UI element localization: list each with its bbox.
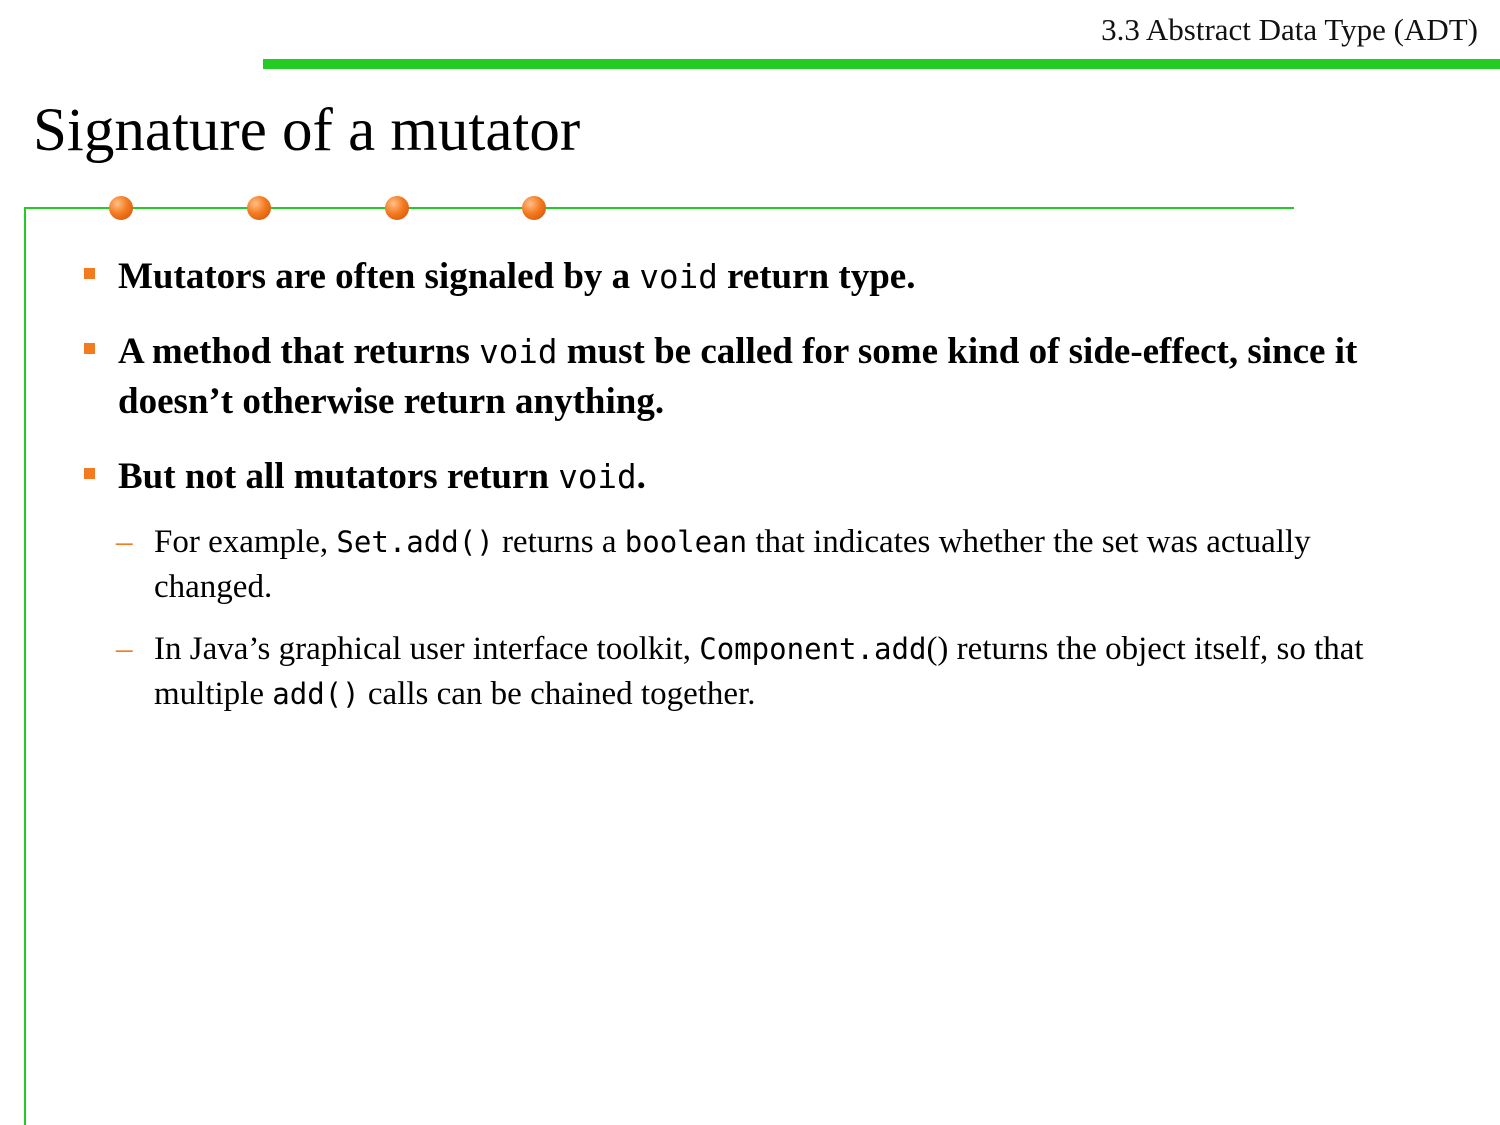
decorative-dot [385, 196, 409, 220]
code-span: void [558, 458, 637, 496]
sub-bullet-text: In Java’s graphical user interface toolk… [154, 631, 700, 667]
sub-bullet-item: – In Java’s graphical user interface too… [116, 627, 1404, 717]
bullet-item: A method that returns void must be calle… [84, 327, 1378, 426]
slide-title: Signature of a mutator [33, 97, 581, 164]
dash-bullet-icon: – [116, 524, 133, 560]
section-header: 3.3 Abstract Data Type (ADT) [1101, 12, 1478, 47]
decorative-dot [522, 196, 546, 220]
code-span: add() [272, 677, 360, 711]
code-span: Set.add() [336, 525, 494, 559]
square-bullet-icon [84, 343, 95, 354]
sub-bullet-text: returns a [493, 524, 625, 560]
sub-bullet-text: For example, [154, 524, 337, 560]
bullet-text: return type. [717, 256, 916, 297]
code-span: Component.add [699, 632, 927, 666]
square-bullet-icon [84, 268, 95, 279]
bullet-text: . [636, 456, 646, 497]
bullet-text: Mutators are often signaled by a [118, 256, 640, 297]
decorative-dot [109, 196, 133, 220]
sub-bullet-text: calls can be chained together. [359, 676, 756, 712]
bullet-item: Mutators are often signaled by a void re… [84, 252, 1378, 302]
code-span: void [479, 333, 558, 371]
dash-bullet-icon: – [116, 631, 133, 667]
bullet-text: A method that returns [118, 331, 480, 372]
square-bullet-icon [84, 468, 95, 479]
bullet-item: But not all mutators return void. [84, 452, 1378, 502]
left-frame-line [24, 207, 26, 1125]
header-rule [263, 59, 1500, 69]
code-span: void [639, 258, 718, 296]
title-divider [24, 207, 1294, 209]
sub-bullet-item: – For example, Set.add() returns a boole… [116, 520, 1404, 610]
decorative-dot [247, 196, 271, 220]
bullet-text: But not all mutators return [118, 456, 559, 497]
code-span: boolean [624, 525, 748, 559]
